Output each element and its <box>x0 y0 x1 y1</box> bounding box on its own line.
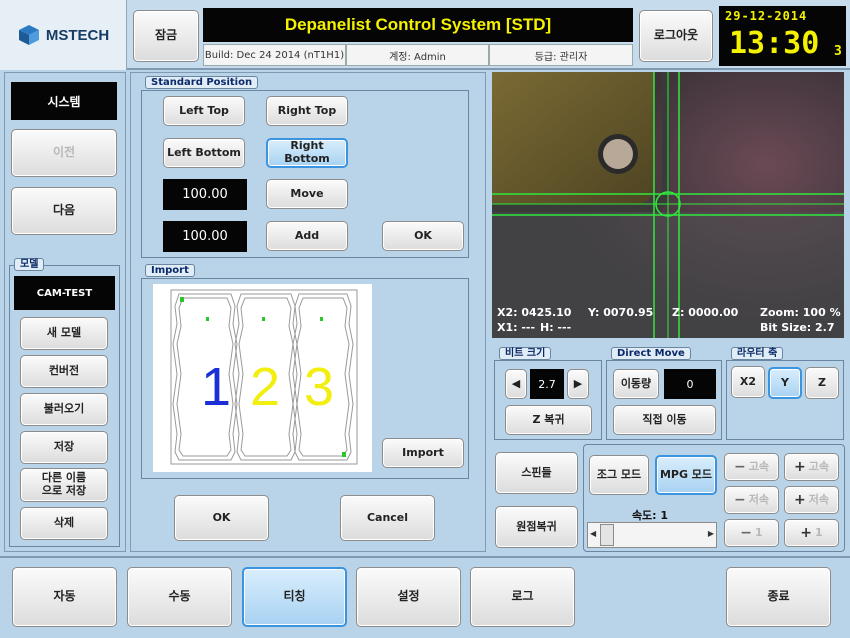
brand-name: MSTECH <box>45 26 110 44</box>
slider-thumb[interactable] <box>600 524 614 546</box>
axis-z-button[interactable]: Z <box>805 367 839 399</box>
bit-size-legend: 비트 크기 <box>499 347 552 360</box>
panel-number-1: 1 <box>201 357 232 417</box>
camera-z-readout: Z: 0000.00 <box>672 306 739 319</box>
brand-logo: MSTECH <box>0 0 127 70</box>
minus-one-button[interactable]: −1 <box>724 519 779 547</box>
right-top-button[interactable]: Right Top <box>266 96 348 126</box>
model-name: CAM-TEST <box>14 276 115 310</box>
clock-seconds: 3 <box>834 44 842 59</box>
axis-x2-button[interactable]: X2 <box>731 366 765 398</box>
minus-icon: − <box>734 458 746 475</box>
camera-bit-size-readout: Bit Size: 2.7 <box>760 321 835 334</box>
plus-one-button[interactable]: +1 <box>784 519 839 547</box>
panel-number-3: 3 <box>304 357 335 417</box>
mpg-mode-button[interactable]: MPG 모드 <box>655 455 717 495</box>
camera-x1-readout: X1: --- <box>497 321 536 334</box>
router-axis-legend: 라우터 축 <box>731 347 784 360</box>
plus-icon: + <box>794 491 806 508</box>
camera-h-readout: H: --- <box>540 321 572 334</box>
jog-mode-button[interactable]: 조그 모드 <box>589 455 649 495</box>
move-amount-value[interactable]: 0 <box>664 369 716 399</box>
minus-icon: − <box>734 491 746 508</box>
right-bottom-button[interactable]: Right Bottom <box>266 138 348 168</box>
panel-number-2: 2 <box>250 357 281 417</box>
load-button[interactable]: 불러오기 <box>20 393 108 426</box>
tab-log[interactable]: 로그 <box>470 567 575 627</box>
origin-return-button[interactable]: 원점복귀 <box>495 506 578 548</box>
bit-size-value: 2.7 <box>530 369 564 399</box>
position-value-1[interactable]: 100.00 <box>163 179 247 210</box>
bit-decrease-button[interactable]: ◀ <box>505 369 527 399</box>
tab-settings[interactable]: 설정 <box>356 567 461 627</box>
tab-auto[interactable]: 자동 <box>12 567 117 627</box>
camera-image-icon <box>492 72 844 338</box>
plus-icon: + <box>800 524 813 541</box>
clock-time: 13:30 <box>729 26 820 61</box>
save-as-button[interactable]: 다른 이름 으로 저장 <box>20 468 108 502</box>
new-model-button[interactable]: 새 모델 <box>20 317 108 350</box>
move-amount-button[interactable]: 이동량 <box>613 369 659 399</box>
direct-move-button[interactable]: 직접 이동 <box>613 405 716 435</box>
clock-date: 29-12-2014 <box>725 9 808 23</box>
next-button[interactable]: 다음 <box>11 187 117 235</box>
prev-button[interactable]: 이전 <box>11 129 117 177</box>
plus-slow-button[interactable]: + 저속 <box>784 486 839 514</box>
cancel-button[interactable]: Cancel <box>340 495 435 541</box>
logout-button[interactable]: 로그아웃 <box>639 10 713 62</box>
plus-fast-button[interactable]: + 고속 <box>784 453 839 481</box>
tab-manual[interactable]: 수동 <box>127 567 232 627</box>
speed-slider[interactable]: ◀ ▶ <box>587 522 717 548</box>
spindle-button[interactable]: 스핀들 <box>495 452 578 494</box>
system-label: 시스템 <box>11 82 117 120</box>
cube-logo-icon <box>18 25 39 45</box>
camera-x2-readout: X2: 0425.10 <box>497 306 572 319</box>
camera-y-readout: Y: 0070.95 <box>588 306 654 319</box>
camera-view[interactable]: X2: 0425.10 Y: 0070.95 Z: 0000.00 Zoom: … <box>492 72 844 338</box>
build-info: Build: Dec 24 2014 (nT1H1) <box>203 44 346 66</box>
standard-ok-button[interactable]: OK <box>382 221 464 251</box>
ok-button[interactable]: OK <box>174 495 269 541</box>
standard-position-legend: Standard Position <box>145 76 259 89</box>
clock-display: 29-12-2014 13:30 3 <box>719 6 846 66</box>
import-legend: Import <box>145 264 195 277</box>
minus-slow-button[interactable]: − 저속 <box>724 486 779 514</box>
add-button[interactable]: Add <box>266 221 348 251</box>
axis-y-button[interactable]: Y <box>768 367 802 399</box>
convert-button[interactable]: 컨버전 <box>20 355 108 388</box>
minus-icon: − <box>740 524 753 541</box>
slider-left-arrow-icon[interactable]: ◀ <box>590 529 596 538</box>
direct-move-legend: Direct Move <box>611 347 691 360</box>
exit-button[interactable]: 종료 <box>726 567 831 627</box>
arrow-right-icon: ▶ <box>573 376 583 390</box>
model-legend: 모델 <box>14 258 45 271</box>
save-button[interactable]: 저장 <box>20 431 108 464</box>
z-reset-button[interactable]: Z 복귀 <box>505 405 592 435</box>
grade-info: 등급: 관리자 <box>489 44 633 66</box>
bit-increase-button[interactable]: ▶ <box>567 369 589 399</box>
minus-fast-button[interactable]: − 고속 <box>724 453 779 481</box>
move-button[interactable]: Move <box>266 179 348 209</box>
position-value-2[interactable]: 100.00 <box>163 221 247 252</box>
speed-label: 속도: 1 <box>631 509 669 522</box>
lock-button[interactable]: 잠금 <box>133 10 199 62</box>
delete-button[interactable]: 삭제 <box>20 507 108 540</box>
import-button[interactable]: Import <box>382 438 464 468</box>
slider-right-arrow-icon[interactable]: ▶ <box>708 529 714 538</box>
camera-zoom-readout: Zoom: 100 % <box>760 306 841 319</box>
plus-icon: + <box>794 458 806 475</box>
import-preview: 1 2 3 <box>153 284 372 472</box>
account-info: 계정: Admin <box>346 44 489 66</box>
left-bottom-button[interactable]: Left Bottom <box>163 138 245 168</box>
tab-teaching[interactable]: 티칭 <box>242 567 347 627</box>
arrow-left-icon: ◀ <box>511 376 521 390</box>
page-title: Depanelist Control System [STD] <box>203 8 633 42</box>
left-top-button[interactable]: Left Top <box>163 96 245 126</box>
